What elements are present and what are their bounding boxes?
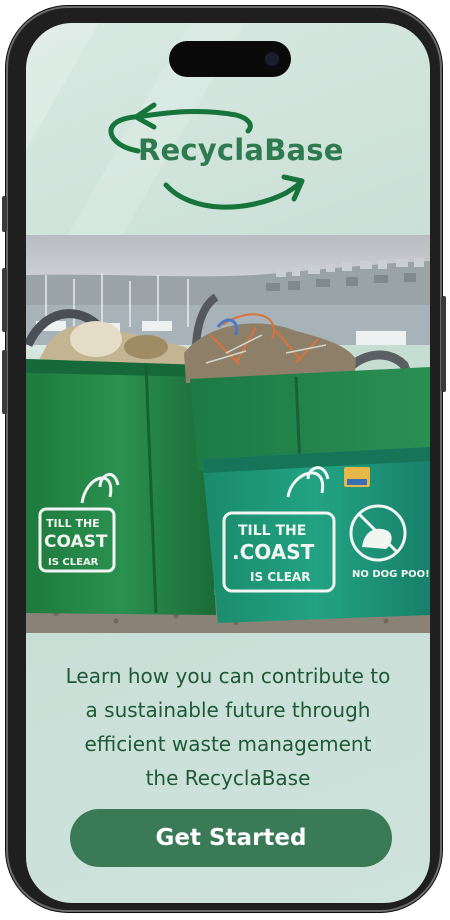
tagline-line-2: a sustainable future through — [85, 698, 371, 722]
app-name: RecyclaBase — [138, 133, 344, 167]
bag-right-line-3: IS CLEAR — [250, 570, 310, 584]
no-dog-poo-sign-text: NO DOG POO! — [352, 569, 430, 580]
hero-photo: TILL THE COAST IS CLEAR TILL THE .COAST … — [26, 235, 430, 633]
silent-switch — [2, 196, 7, 232]
phone-frame: RecyclaBase TILL THE COAST IS CLEAR TILL… — [2, 6, 446, 912]
bag-left-line-3: IS CLEAR — [48, 557, 99, 568]
bag-right-line-1: TILL THE — [238, 523, 306, 539]
get-started-button[interactable]: Get Started — [70, 809, 392, 867]
app-logo: RecyclaBase — [96, 101, 366, 211]
volume-down-button — [2, 350, 7, 414]
tagline: Learn how you can contribute to a sustai… — [34, 659, 422, 795]
tagline-line-1: Learn how you can contribute to — [65, 664, 391, 688]
hero-image: TILL THE COAST IS CLEAR TILL THE .COAST … — [26, 235, 430, 633]
volume-up-button — [2, 268, 7, 332]
dynamic-island — [169, 41, 291, 77]
bag-left-line-1: TILL THE — [46, 517, 100, 530]
bag-right-line-2: .COAST — [232, 540, 315, 564]
bag-left-line-2: COAST — [44, 532, 108, 552]
app-screen: RecyclaBase TILL THE COAST IS CLEAR TILL… — [26, 23, 430, 903]
tagline-line-3: efficient waste management — [84, 732, 372, 756]
power-button — [441, 296, 446, 392]
tagline-line-4: the RecyclaBase — [145, 766, 311, 790]
front-camera — [265, 52, 279, 66]
